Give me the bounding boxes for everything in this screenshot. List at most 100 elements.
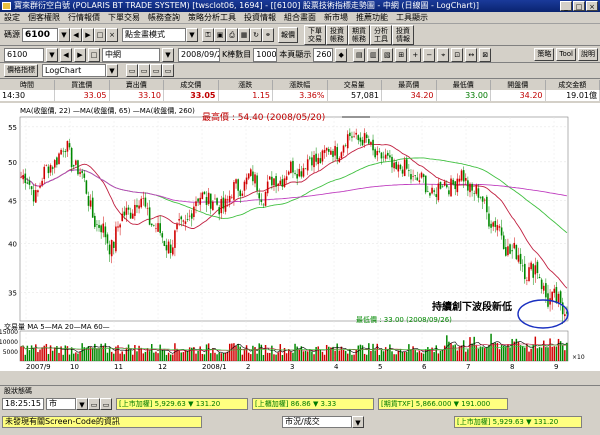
chart-tool-icon-6[interactable]: ⊡ bbox=[451, 47, 464, 62]
price-indicator-button[interactable]: 價格指標 bbox=[4, 64, 38, 77]
market-dropdown-icon[interactable]: ▼ bbox=[76, 398, 88, 410]
chart-type-dropdown-icon[interactable]: ▼ bbox=[106, 64, 118, 77]
ticker-taiex[interactable]: [上市加權] 5,929.63 ▼ 131.20 bbox=[116, 398, 248, 410]
menu-item-settings[interactable]: 設定 bbox=[0, 12, 24, 24]
menu-item-orders[interactable]: 下單交易 bbox=[104, 12, 144, 24]
market-status-dropdown-icon[interactable]: ▼ bbox=[352, 416, 364, 428]
indicator-toolbar: 價格指標 LogChart ▼ ▭ ▭ ▭ ▭ bbox=[0, 63, 600, 79]
price-tick-label: 55 bbox=[8, 124, 17, 132]
print-icon[interactable]: ⎙ bbox=[226, 27, 238, 42]
volume-bar bbox=[91, 348, 94, 361]
technical-chart[interactable]: 35 40 45 50 55 2007/9 10 11 12 2008/1 2 3 4 5 6 7 8 9 50… bbox=[0, 103, 600, 371]
indicator-icon-2[interactable]: ▭ bbox=[138, 64, 150, 77]
maximize-button[interactable]: □ bbox=[573, 1, 585, 11]
price-axis: 35 40 45 50 55 bbox=[8, 124, 17, 298]
market-button-a[interactable]: ▭ bbox=[88, 398, 100, 410]
order-trade-button[interactable]: 下單 交易 bbox=[304, 24, 326, 45]
chart-type-select[interactable]: LogChart bbox=[42, 64, 106, 77]
candle-body bbox=[505, 247, 507, 256]
candle-body bbox=[467, 180, 469, 191]
menu-item-info[interactable]: 投資情報 bbox=[240, 12, 280, 24]
date-input[interactable]: 2008/09/26 bbox=[178, 47, 220, 62]
prev-icon[interactable]: ◀ bbox=[70, 27, 82, 42]
menu-item-tools[interactable]: 工具顯示 bbox=[392, 12, 432, 24]
invest-account-button[interactable]: 投資 帳務 bbox=[326, 24, 348, 45]
volume-bar bbox=[150, 344, 153, 361]
candle-body bbox=[28, 180, 31, 185]
display-spin-icon[interactable]: ◆ bbox=[335, 47, 348, 62]
menu-item-recommend[interactable]: 推薦功能 bbox=[352, 12, 392, 24]
chart-svg[interactable]: 3540455055 2007/9 10 11 12 2008/1 2 3 4 5 6 7 8 9 50… bbox=[0, 103, 600, 371]
menu-item-quotes[interactable]: 行情報價 bbox=[64, 12, 104, 24]
candle-body bbox=[336, 147, 339, 160]
strategy-button[interactable]: 策略 bbox=[534, 48, 555, 61]
window-icon[interactable]: □ bbox=[94, 27, 106, 42]
zoom-out-icon[interactable]: − bbox=[423, 47, 436, 62]
ticker-taiex-2[interactable]: [上市加權] 5,929.63 ▼ 131.20 bbox=[454, 416, 582, 428]
menu-item-customer[interactable]: 個客權限 bbox=[24, 12, 64, 24]
time-tick-label: 6 bbox=[422, 363, 427, 371]
stock-name-field[interactable]: 中網 bbox=[102, 47, 160, 62]
indicator-icon-3[interactable]: ▭ bbox=[150, 64, 162, 77]
volume-bar bbox=[462, 340, 465, 361]
candle-body bbox=[243, 181, 246, 191]
dropdown-arrow-icon[interactable]: ▼ bbox=[58, 27, 70, 42]
chart-tool-icon-3[interactable]: ▧ bbox=[381, 47, 394, 62]
stock-dropdown-icon[interactable]: ▼ bbox=[46, 47, 58, 62]
close-button[interactable]: × bbox=[586, 1, 598, 11]
chart-tool-icon-5[interactable]: ⌖ bbox=[437, 47, 450, 62]
chart-tool-icon-8[interactable]: ⊠ bbox=[479, 47, 492, 62]
zoom-in-icon[interactable]: + bbox=[409, 47, 422, 62]
candle-body bbox=[553, 288, 556, 293]
candle-body bbox=[473, 193, 476, 194]
kline-label: K棒數目 bbox=[222, 50, 252, 59]
market-button-b[interactable]: ▭ bbox=[100, 398, 112, 410]
candle-body bbox=[64, 151, 67, 153]
volume-unit-label: ×10 bbox=[572, 354, 585, 361]
menu-item-strategy[interactable]: 策略分析工具 bbox=[184, 12, 240, 24]
stock-code-input[interactable]: 6100 bbox=[4, 47, 44, 62]
mode-select[interactable]: 點金畫模式 bbox=[122, 27, 186, 42]
market-status-field[interactable]: 市況/成交 bbox=[282, 416, 352, 428]
refresh-icon[interactable]: ↻ bbox=[250, 27, 262, 42]
chart-tool-icon-7[interactable]: ↔ bbox=[465, 47, 478, 62]
chart-next-icon[interactable]: ▶ bbox=[74, 47, 86, 62]
ticker-otc[interactable]: [上櫃加權] 86.86 ▼ 3.33 bbox=[252, 398, 374, 410]
chart-tool-icon-2[interactable]: ▥ bbox=[367, 47, 380, 62]
volume-bar bbox=[306, 351, 309, 361]
menu-item-market[interactable]: 新市場 bbox=[320, 12, 352, 24]
grid-icon[interactable]: ▦ bbox=[238, 27, 250, 42]
mode-dropdown-icon[interactable]: ▼ bbox=[186, 27, 198, 42]
futures-account-button[interactable]: 期貨 帳務 bbox=[348, 24, 370, 45]
analysis-tools-button[interactable]: 分析 工具 bbox=[370, 24, 392, 45]
indicator-icon-4[interactable]: ▭ bbox=[162, 64, 174, 77]
display-input[interactable]: 260 bbox=[313, 47, 334, 62]
quote-button[interactable]: 報價 bbox=[278, 26, 298, 43]
menu-item-accounts[interactable]: 帳務查詢 bbox=[144, 12, 184, 24]
ticker-futures[interactable]: [期貨TXF] 5,866.000 ▼ 191.000 bbox=[378, 398, 508, 410]
help-button[interactable]: 說明 bbox=[578, 48, 598, 61]
chart-window-icon[interactable]: □ bbox=[88, 47, 100, 62]
volume-bar bbox=[281, 354, 284, 361]
next-icon[interactable]: ▶ bbox=[82, 27, 94, 42]
minimize-button[interactable]: _ bbox=[560, 1, 572, 11]
menu-item-layout[interactable]: 組合畫面 bbox=[280, 12, 320, 24]
lock-icon[interactable]: ⚿ bbox=[202, 27, 214, 42]
chart-tool-icon-1[interactable]: ▤ bbox=[353, 47, 366, 62]
save-icon[interactable]: ▣ bbox=[214, 27, 226, 42]
code-input[interactable]: 6100 bbox=[22, 27, 58, 42]
tool-button[interactable]: Tool bbox=[556, 48, 576, 61]
chart-tool-icon-4[interactable]: ⊞ bbox=[395, 47, 408, 62]
close-icon[interactable]: × bbox=[106, 27, 118, 42]
kline-input[interactable]: 1000 bbox=[253, 47, 278, 62]
market-select[interactable]: 市 bbox=[46, 398, 76, 410]
candle-body bbox=[275, 176, 277, 187]
invest-info-button[interactable]: 投資 情報 bbox=[392, 24, 414, 45]
indicator-icon-1[interactable]: ▭ bbox=[126, 64, 138, 77]
volume-bar bbox=[47, 353, 50, 361]
chart-prev-icon[interactable]: ◀ bbox=[60, 47, 72, 62]
quote-header: 時間 bbox=[0, 80, 55, 90]
stock-name-dropdown-icon[interactable]: ▼ bbox=[162, 47, 174, 62]
link-icon[interactable]: ⚭ bbox=[262, 27, 274, 42]
volume-bar bbox=[437, 353, 440, 361]
